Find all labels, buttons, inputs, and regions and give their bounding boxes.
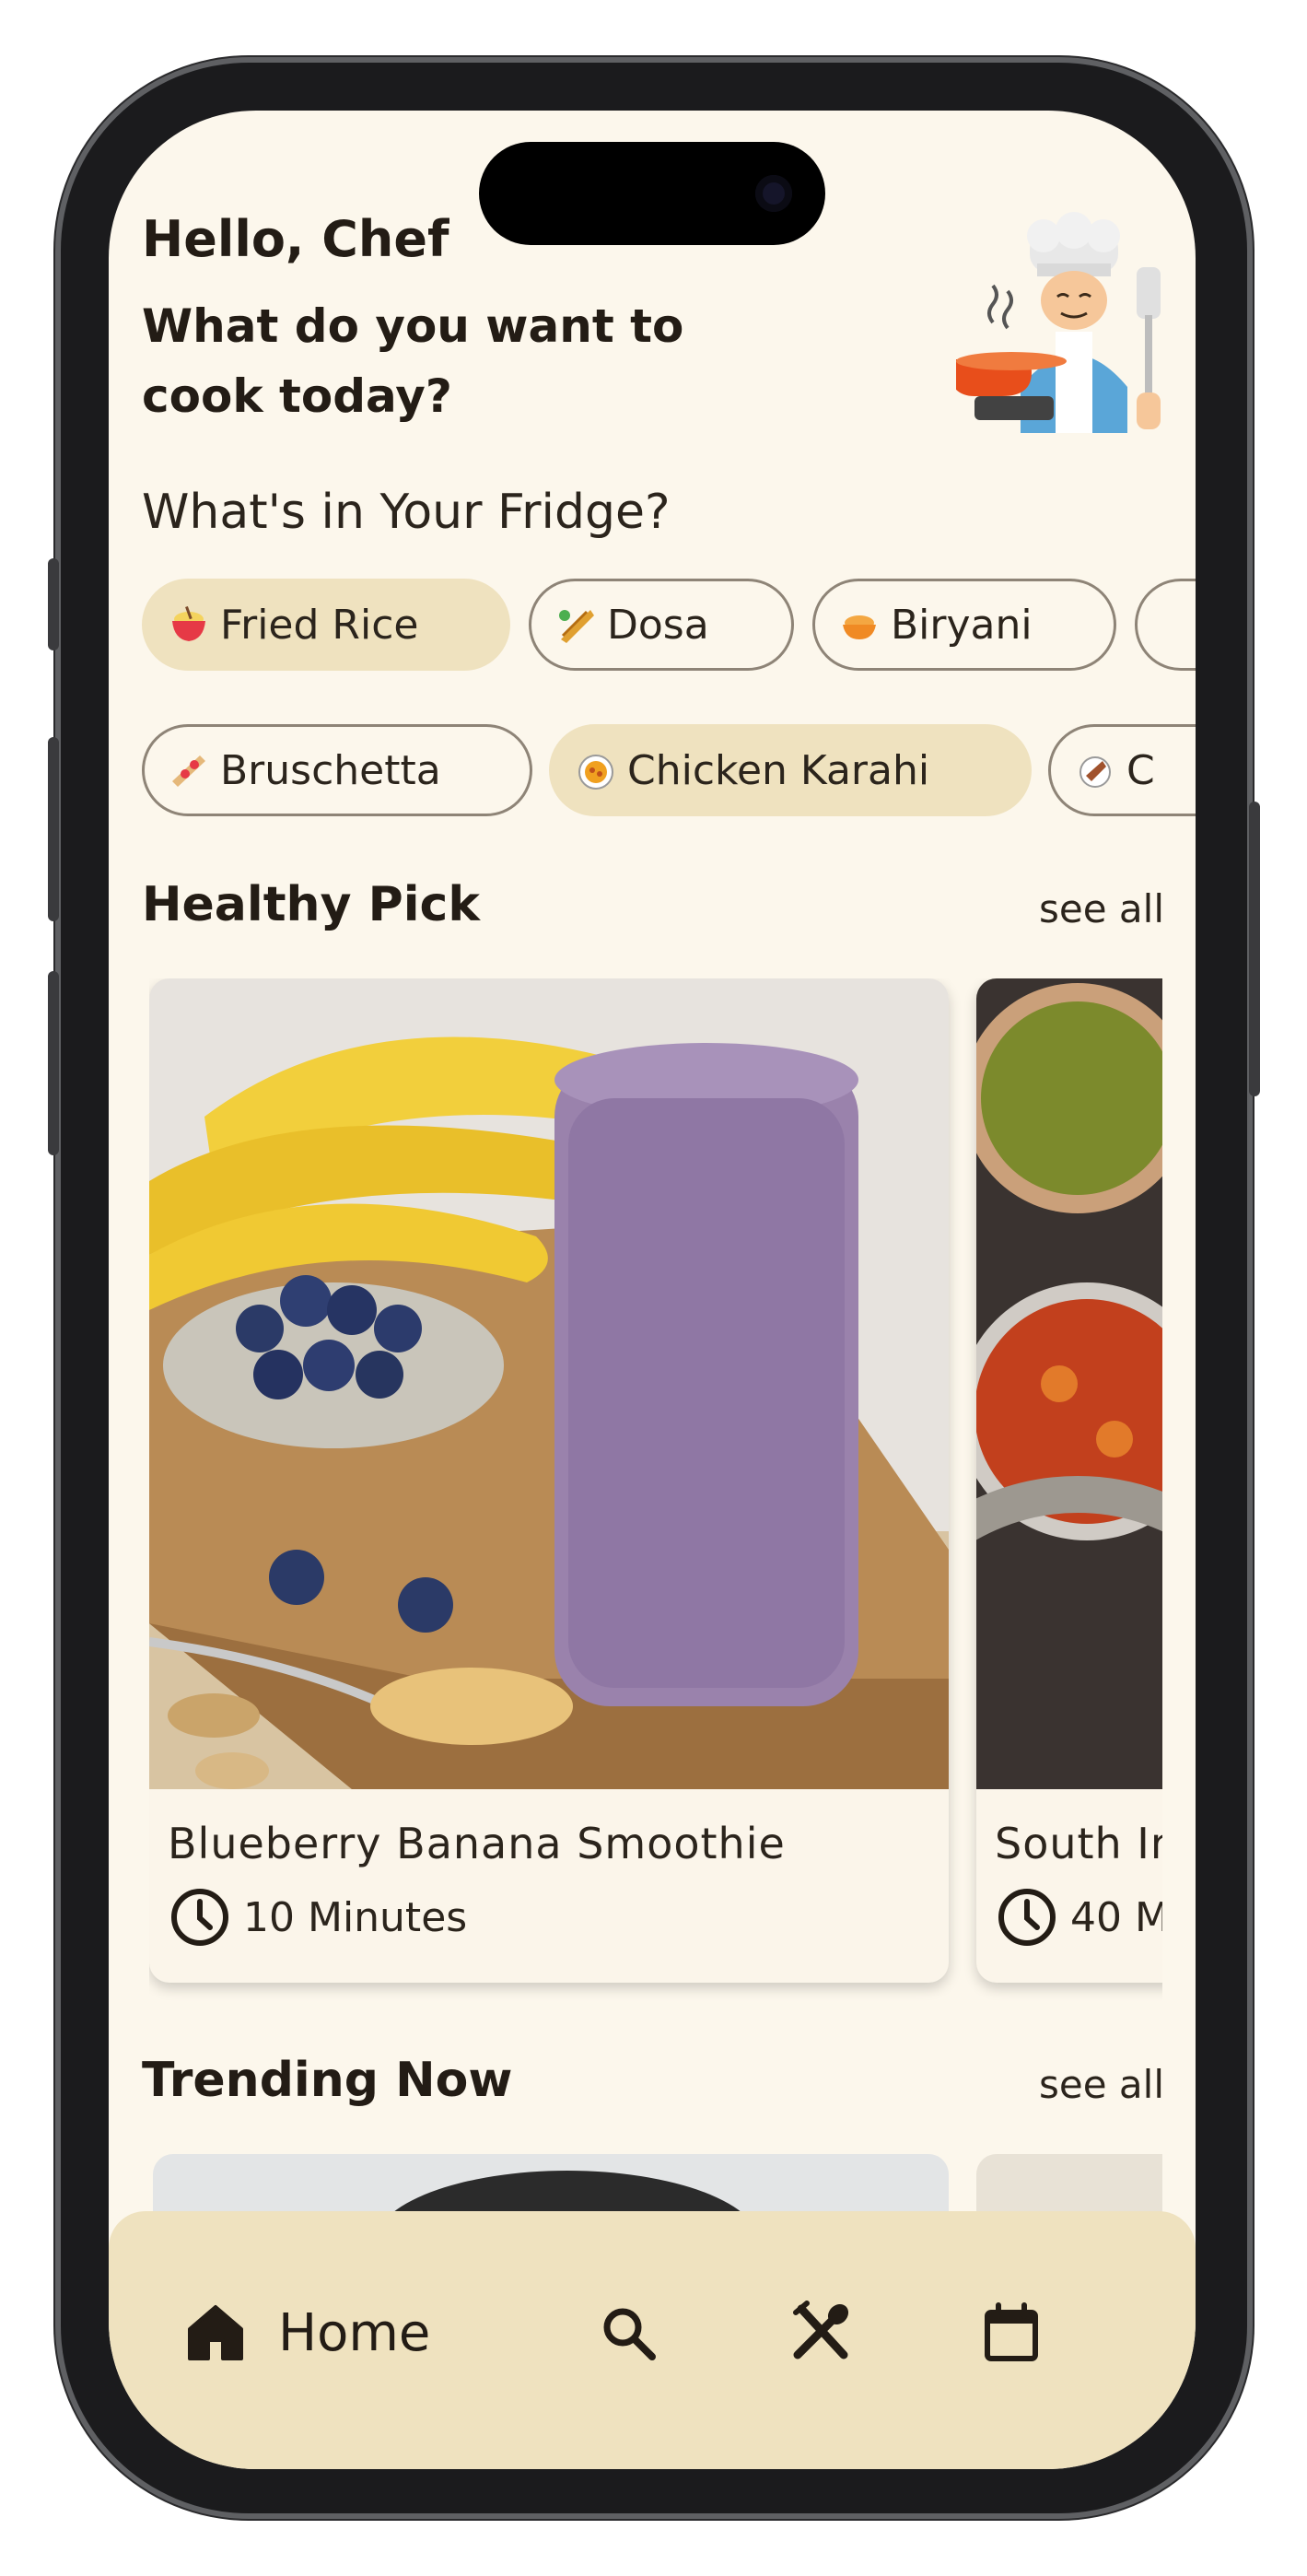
rice-bowl-icon [172, 606, 205, 641]
recipe-card-south-indian[interactable]: South Inc 40 M [976, 978, 1162, 1983]
recipe-time: 10 Minutes [168, 1885, 467, 1950]
fridge-chips-row-2: Bruschetta Chicken Karahi C [142, 724, 1196, 820]
chip-label: Chicken Karahi [627, 746, 930, 794]
nav-home[interactable]: Home [182, 2300, 430, 2366]
greeting-hello: Hello, Chef [142, 210, 449, 268]
recipe-time: 40 M [995, 1885, 1162, 1950]
clock-icon [171, 1889, 228, 1946]
nav-home-label: Home [278, 2302, 431, 2363]
chip-more-row-2[interactable]: C [1048, 724, 1196, 816]
dish-icon [1079, 756, 1111, 788]
healthy-see-all-link[interactable]: see all [1039, 886, 1164, 931]
recipe-time-label: 10 Minutes [243, 1893, 468, 1941]
nav-search[interactable] [599, 2303, 659, 2364]
nav-recipes[interactable] [788, 2300, 855, 2366]
healthy-pick-title: Healthy Pick [142, 877, 480, 932]
volume-up-button [48, 737, 59, 921]
chip-label: C [1126, 746, 1155, 794]
app-screen: Hello, Chef What do you want to cook tod… [109, 111, 1196, 2469]
clock-icon [998, 1889, 1056, 1946]
chip-bruschetta[interactable]: Bruschetta [142, 724, 532, 816]
power-button [1249, 802, 1260, 1096]
mute-switch [48, 558, 59, 650]
south-indian-image [976, 978, 1162, 1789]
karahi-icon [578, 755, 613, 790]
greeting-question: What do you want to cook today? [142, 299, 684, 423]
trending-card[interactable] [976, 2154, 1162, 2219]
recipe-title: South Inc [995, 1819, 1162, 1868]
smoothie-image [149, 978, 949, 1789]
bruschetta-icon [172, 755, 205, 787]
trending-now-title: Trending Now [142, 2053, 513, 2108]
chef-illustration [956, 212, 1161, 433]
chip-more-row-1[interactable] [1135, 579, 1196, 671]
chip-label: Biryani [891, 601, 1033, 649]
chip-fried-rice[interactable]: Fried Rice [142, 579, 510, 671]
trending-card[interactable] [153, 2154, 949, 2219]
fridge-section-title: What's in Your Fridge? [142, 485, 671, 540]
biryani-icon [843, 615, 876, 639]
chip-dosa[interactable]: Dosa [529, 579, 794, 671]
dosa-icon [559, 610, 594, 643]
chip-biryani[interactable]: Biryani [812, 579, 1116, 671]
volume-down-button [48, 971, 59, 1155]
nav-calendar[interactable] [978, 2300, 1044, 2366]
recipe-title: Blueberry Banana Smoothie [168, 1819, 786, 1868]
search-icon [603, 2308, 656, 2360]
chip-label: Dosa [607, 601, 709, 649]
calendar-icon [985, 2302, 1038, 2361]
trending-cards-scroller[interactable] [153, 2154, 1162, 2219]
bottom-navigation-bar: Home [109, 2211, 1196, 2469]
healthy-cards-scroller[interactable]: Blueberry Banana Smoothie 10 Minutes Sou… [149, 978, 1162, 2084]
home-icon [188, 2305, 243, 2360]
chip-label: Bruschetta [220, 746, 441, 794]
utensils-icon [793, 2301, 849, 2359]
fridge-chips-row-1: Fried Rice Dosa Biryani [142, 579, 1196, 674]
trending-see-all-link[interactable]: see all [1039, 2062, 1164, 2107]
camera-icon [755, 175, 792, 212]
dynamic-island [479, 142, 825, 245]
recipe-card-smoothie[interactable]: Blueberry Banana Smoothie 10 Minutes [149, 978, 949, 1983]
chip-label: Fried Rice [220, 601, 419, 649]
recipe-time-label: 40 M [1070, 1893, 1162, 1941]
chip-chicken-karahi[interactable]: Chicken Karahi [549, 724, 1032, 816]
